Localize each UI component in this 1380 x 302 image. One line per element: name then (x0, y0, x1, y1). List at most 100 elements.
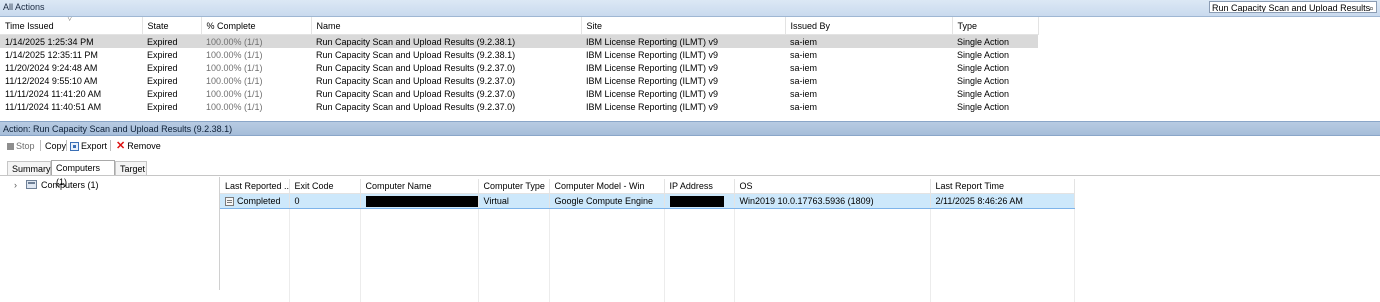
col-header-percent-complete[interactable]: % Complete (201, 17, 311, 35)
cell-time-issued: 11/11/2024 11:41:20 AM (0, 87, 142, 100)
computers-table-header: Last Reported ... Exit Code ^Computer Na… (220, 179, 1074, 194)
cell-state: Expired (142, 35, 201, 49)
stop-button[interactable]: Stop (7, 139, 35, 153)
redacted-ip-address (670, 196, 724, 207)
export-icon (70, 142, 79, 151)
action-toolbar: Stop Copy Export ✕ Remove (0, 138, 1380, 154)
col-header-computer-name[interactable]: ^Computer Name (360, 179, 478, 194)
cell-percent-complete: 100.00% (1/1) (201, 100, 311, 113)
cell-state: Expired (142, 48, 201, 61)
cell-time-issued: 11/12/2024 9:55:10 AM (0, 74, 142, 87)
cell-name: Run Capacity Scan and Upload Results (9.… (311, 61, 581, 74)
col-header-last-reported[interactable]: Last Reported ... (220, 179, 289, 194)
toolbar-divider (110, 140, 111, 151)
completed-status-icon (225, 197, 234, 206)
export-button[interactable]: Export (70, 139, 107, 153)
cell-time-issued: 1/14/2025 12:35:11 PM (0, 48, 142, 61)
cell-name: Run Capacity Scan and Upload Results (9.… (311, 35, 581, 49)
expand-arrow-icon[interactable]: › (14, 180, 17, 190)
cell-state: Expired (142, 74, 201, 87)
col-header-ip-address[interactable]: IP Address (664, 179, 734, 194)
cell-issued-by: sa-iem (785, 87, 952, 100)
col-header-last-report-time[interactable]: Last Report Time (930, 179, 1074, 194)
cell-name: Run Capacity Scan and Upload Results (9.… (311, 48, 581, 61)
cell-percent-complete: 100.00% (1/1) (201, 74, 311, 87)
remove-icon: ✕ (116, 141, 125, 152)
action-header-bar: Action: Run Capacity Scan and Upload Res… (0, 121, 1380, 136)
cell-name: Run Capacity Scan and Upload Results (9.… (311, 100, 581, 113)
tab-divider (0, 175, 1380, 176)
cell-ip-address (664, 194, 734, 209)
cell-issued-by: sa-iem (785, 61, 952, 74)
tree-item-computers[interactable]: Computers (1) (41, 180, 99, 190)
cell-computer-type: Virtual (478, 194, 549, 209)
tab-computers[interactable]: Computers (1) (51, 160, 115, 175)
table-row[interactable]: 11/12/2024 9:55:10 AM Expired 100.00% (1… (0, 74, 1038, 87)
cell-percent-complete: 100.00% (1/1) (201, 48, 311, 61)
cell-last-reported: Completed (220, 194, 289, 209)
cell-type: Single Action (952, 100, 1038, 113)
cell-issued-by: sa-iem (785, 35, 952, 49)
cell-percent-complete: 100.00% (1/1) (201, 35, 311, 49)
cell-time-issued: 11/11/2024 11:40:51 AM (0, 100, 142, 113)
col-header-exit-code[interactable]: Exit Code (289, 179, 360, 194)
cell-time-issued: 1/14/2025 1:25:34 PM (0, 35, 142, 49)
table-empty-area (220, 209, 1074, 302)
table-row[interactable]: 11/11/2024 11:40:51 AM Expired 100.00% (… (0, 100, 1038, 113)
cell-issued-by: sa-iem (785, 100, 952, 113)
tab-target[interactable]: Target (115, 161, 147, 175)
computer-group-icon (26, 180, 37, 189)
col-header-time-issued[interactable]: ▽Time Issued (0, 17, 142, 35)
col-header-name[interactable]: Name (311, 17, 581, 35)
cell-os: Win2019 10.0.17763.5936 (1809) (734, 194, 930, 209)
cell-time-issued: 11/20/2024 9:24:48 AM (0, 61, 142, 74)
computers-table: Last Reported ... Exit Code ^Computer Na… (220, 179, 1075, 302)
cell-type: Single Action (952, 74, 1038, 87)
cell-site: IBM License Reporting (ILMT) v9 (581, 35, 785, 49)
sort-desc-icon: ▽ (67, 17, 72, 22)
export-button-label: Export (81, 139, 107, 153)
toolbar-divider (40, 140, 41, 151)
col-header-type[interactable]: Type (952, 17, 1038, 35)
col-header-os[interactable]: OS (734, 179, 930, 194)
cell-name: Run Capacity Scan and Upload Results (9.… (311, 87, 581, 100)
cell-site: IBM License Reporting (ILMT) v9 (581, 100, 785, 113)
col-header-computer-type[interactable]: Computer Type (478, 179, 549, 194)
cell-site: IBM License Reporting (ILMT) v9 (581, 74, 785, 87)
search-icon[interactable]: ⌕ (1369, 2, 1374, 13)
actions-table: ▽Time Issued State % Complete Name Site … (0, 17, 1039, 113)
sort-asc-icon: ^ (416, 179, 419, 182)
cell-exit-code: 0 (289, 194, 360, 209)
table-row[interactable]: 11/20/2024 9:24:48 AM Expired 100.00% (1… (0, 61, 1038, 74)
cell-state: Expired (142, 87, 201, 100)
table-row[interactable]: 11/11/2024 11:41:20 AM Expired 100.00% (… (0, 87, 1038, 100)
cell-site: IBM License Reporting (ILMT) v9 (581, 61, 785, 74)
cell-issued-by: sa-iem (785, 74, 952, 87)
cell-last-report-time: 2/11/2025 8:46:26 AM (930, 194, 1074, 209)
stop-button-label: Stop (16, 139, 35, 153)
cell-type: Single Action (952, 35, 1038, 49)
stop-icon (7, 143, 14, 150)
table-row[interactable]: 1/14/2025 1:25:34 PM Expired 100.00% (1/… (0, 35, 1038, 49)
cell-percent-complete: 100.00% (1/1) (201, 87, 311, 100)
col-header-issued-by[interactable]: Issued By (785, 17, 952, 35)
redacted-computer-name (366, 196, 479, 207)
cell-state: Expired (142, 61, 201, 74)
window-titlebar: All Actions (0, 0, 1380, 17)
tab-summary[interactable]: Summary (7, 161, 51, 175)
copy-button[interactable]: Copy (45, 139, 66, 153)
cell-site: IBM License Reporting (ILMT) v9 (581, 48, 785, 61)
actions-table-header: ▽Time Issued State % Complete Name Site … (0, 17, 1038, 35)
col-header-site[interactable]: Site (581, 17, 785, 35)
table-row[interactable]: 1/14/2025 12:35:11 PM Expired 100.00% (1… (0, 48, 1038, 61)
window-title: All Actions (3, 2, 45, 12)
col-header-computer-model[interactable]: Computer Model - Win (549, 179, 664, 194)
search-input[interactable]: Run Capacity Scan and Upload Results ⌕ (1209, 1, 1377, 13)
table-row[interactable]: Completed 0 Virtual Google Compute Engin… (220, 194, 1074, 209)
cell-computer-model: Google Compute Engine (549, 194, 664, 209)
action-header-title: Action: Run Capacity Scan and Upload Res… (3, 124, 232, 134)
cell-type: Single Action (952, 48, 1038, 61)
col-header-state[interactable]: State (142, 17, 201, 35)
remove-button[interactable]: ✕ Remove (116, 139, 161, 153)
cell-computer-name (360, 194, 478, 209)
